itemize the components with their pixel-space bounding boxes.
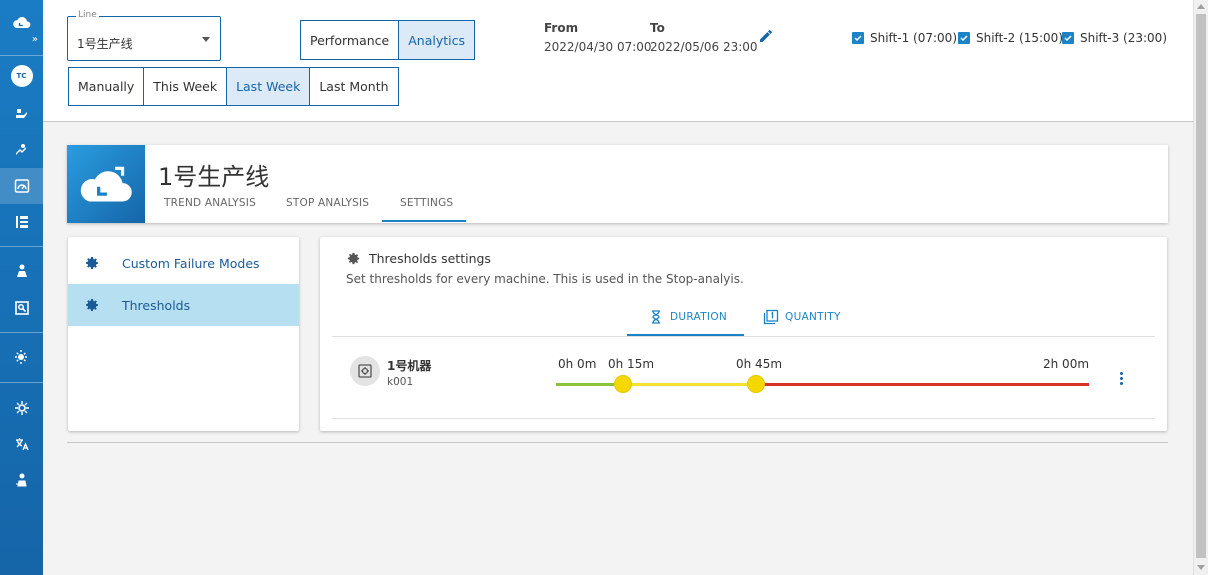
performance-button[interactable]: Performance <box>301 21 400 59</box>
divider <box>67 442 1168 443</box>
machine-id: k001 <box>387 376 414 388</box>
line-select-value: 1号生产线 <box>77 37 133 51</box>
to-label: To <box>650 21 665 35</box>
scroll-thumb[interactable] <box>1196 14 1206 558</box>
analytics-button[interactable]: Analytics <box>399 21 474 59</box>
thresholds-description: Set thresholds for every machine. This i… <box>346 272 744 286</box>
user-icon[interactable] <box>0 470 43 490</box>
active-tab-indicator <box>382 220 466 222</box>
page-title: 1号生产线 <box>158 163 270 191</box>
line-select-label: Line <box>76 10 99 20</box>
dashboard-icon[interactable] <box>0 212 43 232</box>
tab-stop-analysis[interactable]: STOP ANALYSIS <box>286 197 369 209</box>
shift-3-label: Shift-3 (23:00) <box>1080 31 1167 45</box>
shift-3-checkbox[interactable]: Shift-3 (23:00) <box>1062 31 1167 45</box>
shift-1-checkbox[interactable]: Shift-1 (07:00) <box>852 31 957 45</box>
shift-2-checkbox[interactable]: Shift-2 (15:00) <box>958 31 1063 45</box>
edit-icon[interactable] <box>758 28 774 44</box>
counter-icon <box>763 309 779 325</box>
tab-duration[interactable]: DURATION <box>648 309 727 325</box>
to-value: 2022/05/06 23:00 <box>650 40 758 54</box>
chevron-down-icon <box>202 37 210 42</box>
menu-item-label: Custom Failure Modes <box>122 255 260 271</box>
performance-icon[interactable] <box>0 104 43 124</box>
analytics-icon[interactable] <box>0 168 43 204</box>
tab-trend-analysis[interactable]: TREND ANALYSIS <box>164 197 256 209</box>
checkbox-checked-icon <box>958 32 970 44</box>
cloud-logo-icon <box>80 166 132 202</box>
thresholds-card: Thresholds settings Set thresholds for e… <box>320 237 1167 431</box>
machine-avatar <box>350 356 380 386</box>
shift-2-label: Shift-2 (15:00) <box>976 31 1063 45</box>
menu-item-label: Thresholds <box>122 297 191 313</box>
range-buttons: Manually This Week Last Week Last Month <box>68 67 399 106</box>
threshold-segment-yellow <box>622 383 756 386</box>
tick-label-threshold-1: 0h 15m <box>608 357 655 371</box>
settings-menu: Custom Failure Modes Thresholds <box>68 237 299 431</box>
line-logo <box>67 145 145 223</box>
tab-settings[interactable]: SETTINGS <box>400 197 453 209</box>
alerts-icon[interactable] <box>0 347 43 367</box>
menu-item-custom-failure-modes[interactable]: Custom Failure Modes <box>68 242 299 284</box>
scroll-up-icon[interactable] <box>1197 4 1205 9</box>
tick-label-start: 0h 0m <box>558 357 597 371</box>
machine-name: 1号机器 <box>387 359 432 373</box>
machine-icon <box>358 364 372 378</box>
divider <box>332 418 1155 419</box>
checkbox-checked-icon <box>852 32 864 44</box>
maintenance-icon[interactable] <box>0 140 43 160</box>
gear-icon <box>86 299 98 311</box>
settings-icon[interactable] <box>0 398 43 418</box>
side-nav: » TC <box>0 0 43 575</box>
threshold-handle-1[interactable] <box>613 375 632 393</box>
divider <box>332 336 1155 337</box>
translate-icon[interactable] <box>0 434 43 454</box>
manually-button[interactable]: Manually <box>69 68 145 105</box>
tab-quantity[interactable]: QUANTITY <box>763 309 841 325</box>
shift-1-label: Shift-1 (07:00) <box>870 31 957 45</box>
vertical-scrollbar[interactable] <box>1193 0 1208 575</box>
this-week-button[interactable]: This Week <box>144 68 228 105</box>
checkbox-checked-icon <box>1062 32 1074 44</box>
line-header-card: 1号生产线 TREND ANALYSIS STOP ANALYSIS SETTI… <box>67 145 1168 223</box>
avatar[interactable]: TC <box>0 64 43 88</box>
gear-icon <box>347 252 360 265</box>
last-month-button[interactable]: Last Month <box>310 68 398 105</box>
more-options-icon[interactable] <box>1120 372 1124 387</box>
hourglass-icon <box>652 310 660 324</box>
tick-label-threshold-2: 0h 45m <box>736 357 783 371</box>
from-value: 2022/04/30 07:00 <box>544 40 652 54</box>
from-label: From <box>544 21 579 35</box>
threshold-segment-red <box>755 383 1089 386</box>
threshold-handle-2[interactable] <box>746 375 765 393</box>
thresholds-title: Thresholds settings <box>346 251 491 266</box>
scroll-down-icon[interactable] <box>1197 565 1205 570</box>
line-select[interactable]: Line 1号生产线 <box>67 10 221 61</box>
tick-label-end: 2h 00m <box>1043 357 1090 371</box>
report-icon[interactable] <box>0 298 43 318</box>
view-toggle: Performance Analytics <box>300 20 475 60</box>
expand-icon[interactable]: » <box>0 33 43 45</box>
menu-item-thresholds[interactable]: Thresholds <box>68 284 299 326</box>
people-icon[interactable] <box>0 261 43 281</box>
threshold-segment-green <box>556 383 623 386</box>
gear-icon <box>86 257 98 269</box>
last-week-button[interactable]: Last Week <box>227 68 311 105</box>
